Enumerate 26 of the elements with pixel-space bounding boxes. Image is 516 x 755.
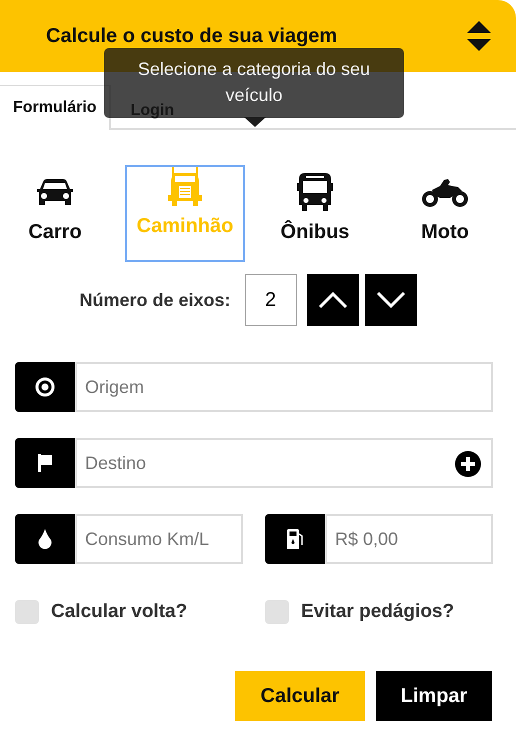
checkbox-label: Calcular volta?	[51, 601, 188, 623]
checkbox-label: Evitar pedágios?	[301, 601, 454, 623]
truck-icon	[168, 167, 202, 207]
calculate-button[interactable]: Calcular	[235, 671, 365, 721]
bus-icon	[297, 173, 333, 213]
axles-input[interactable]: 2	[244, 274, 297, 326]
window-title: Calcule o custo de sua viagem	[46, 24, 338, 48]
fuel-pump-icon	[286, 529, 304, 549]
increment-button[interactable]	[306, 274, 359, 326]
tab[interactable]: Formulário	[0, 85, 110, 130]
clear-button[interactable]: Limpar	[376, 671, 492, 721]
decrement-button[interactable]	[364, 274, 417, 326]
target-icon	[35, 377, 55, 397]
input-field[interactable]: Consumo Km/L	[75, 514, 243, 564]
add-icon[interactable]	[455, 451, 481, 477]
checkbox[interactable]	[15, 600, 39, 624]
flag-icon	[37, 454, 53, 472]
input-field[interactable]: R$ 0,00	[325, 514, 493, 564]
checkbox[interactable]	[265, 600, 289, 624]
input-field[interactable]: Destino	[75, 438, 493, 488]
input-field[interactable]: Origem	[75, 362, 493, 412]
drop-icon	[38, 529, 52, 549]
axles-label: Número de eixos:	[79, 290, 231, 310]
chevron-up-icon	[318, 292, 348, 308]
chevron-down-icon	[376, 292, 406, 308]
sort-icon[interactable]	[467, 21, 491, 51]
